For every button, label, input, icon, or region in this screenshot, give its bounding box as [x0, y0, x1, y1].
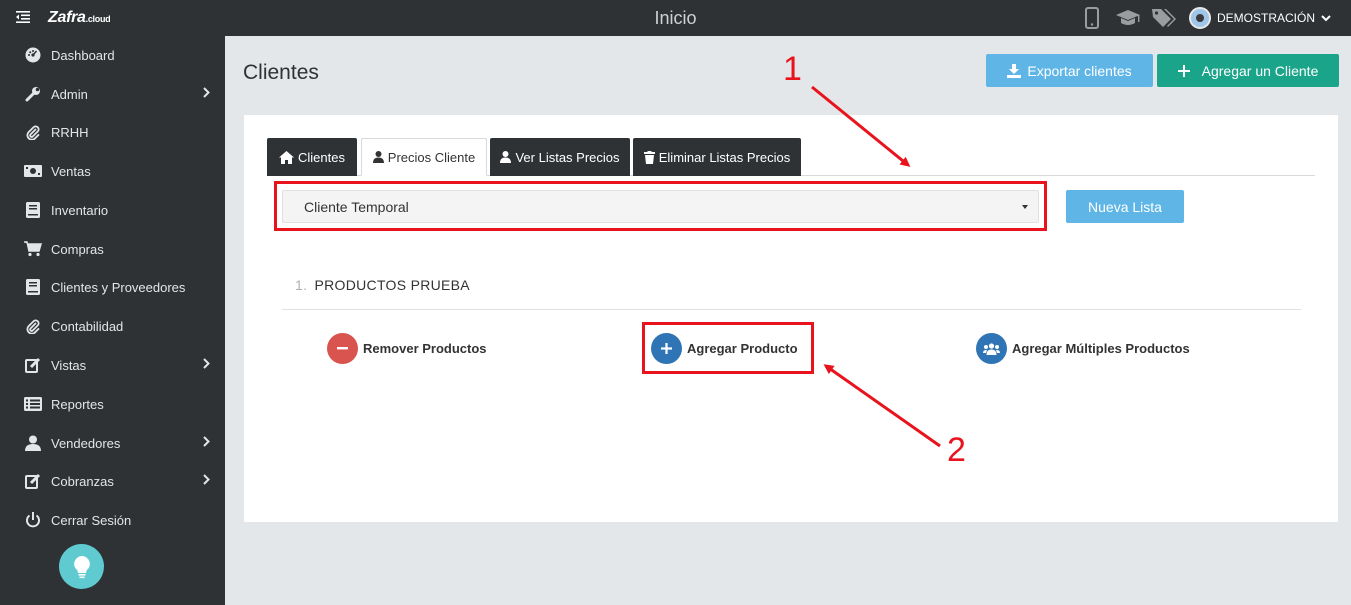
tab-label: Precios Cliente: [387, 149, 476, 165]
tab-precios-cliente[interactable]: Precios Cliente: [361, 138, 487, 176]
user-icon: [372, 151, 384, 163]
annotation-arrow-1: [811, 85, 911, 167]
annotation-arrows: [811, 85, 941, 448]
annotation-arrow-2: [823, 364, 941, 448]
